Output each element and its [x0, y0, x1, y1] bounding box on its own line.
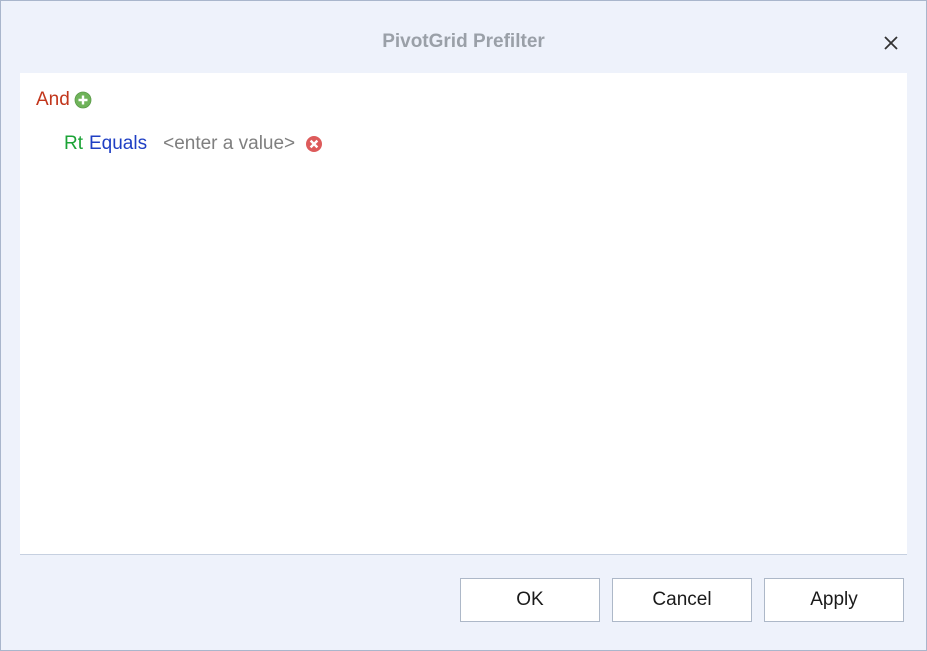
close-button[interactable] — [873, 25, 909, 61]
filter-editor: And Rt Equals <enter a value> — [20, 73, 907, 555]
condition-operator[interactable]: Equals — [89, 133, 147, 155]
filter-condition-row: Rt Equals <enter a value> — [64, 131, 323, 157]
dialog-title: PivotGrid Prefilter — [382, 31, 545, 52]
close-icon — [884, 36, 898, 50]
remove-condition-button[interactable] — [305, 135, 323, 153]
add-condition-button[interactable] — [74, 91, 92, 109]
apply-button[interactable]: Apply — [764, 578, 904, 622]
title-bar: PivotGrid Prefilter — [1, 1, 926, 73]
condition-field[interactable]: Rt — [64, 133, 83, 155]
cancel-button[interactable]: Cancel — [612, 578, 752, 622]
filter-group-row: And — [36, 87, 92, 113]
group-operator[interactable]: And — [36, 89, 70, 111]
condition-value[interactable]: <enter a value> — [163, 133, 295, 155]
ok-button[interactable]: OK — [460, 578, 600, 622]
prefilter-dialog: PivotGrid Prefilter And Rt Equals <enter… — [0, 0, 927, 651]
plus-circle-icon — [74, 91, 92, 109]
remove-circle-icon — [306, 136, 323, 152]
